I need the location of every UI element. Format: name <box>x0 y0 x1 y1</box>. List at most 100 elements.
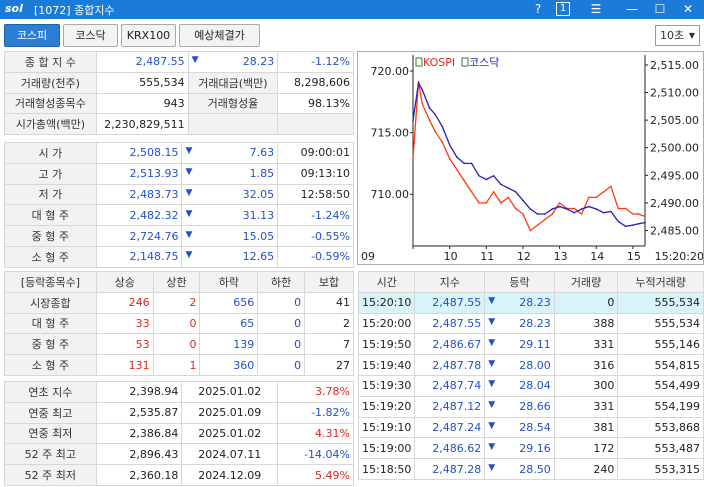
series-point <box>624 225 627 228</box>
series-point <box>478 174 480 177</box>
down-triangle-icon: ▼ <box>488 462 496 473</box>
screen-number-button[interactable]: 1 <box>556 2 570 16</box>
large-cap-pct: -1.24% <box>277 204 354 227</box>
tick-time: 15:19:00 <box>357 437 416 460</box>
tab-expected[interactable]: 예상체결가 <box>179 24 260 47</box>
mid-cap-value: 2,724.76 <box>95 225 183 247</box>
chevron-down-icon: ▼ <box>688 31 695 40</box>
breadth-up: 246 <box>95 291 154 314</box>
down-triangle-icon: ▼ <box>185 187 193 198</box>
down-triangle-icon: ▼ <box>488 379 496 390</box>
right-axis-tick-label: 2,505.00 <box>650 114 699 127</box>
series-point <box>544 218 546 221</box>
breadth-row-label: 소 형 주 <box>4 354 97 376</box>
breadth-downlimit: 0 <box>257 312 306 335</box>
table-row[interactable]: 15:19:20 2,487.12 ▼ 28.66 331 554,199 <box>357 395 704 418</box>
hilo-label: 연중 최고 <box>4 401 97 424</box>
hilo-value: 2,360.18 <box>95 464 183 486</box>
series-point <box>529 229 532 232</box>
table-row[interactable]: 15:19:00 2,486.62 ▼ 29.16 172 553,487 <box>357 437 704 460</box>
x-axis-tick-label: 10 <box>444 250 458 263</box>
menu-icon[interactable]: ☰ <box>586 0 606 19</box>
empty-cell <box>187 113 279 136</box>
series-point <box>470 191 473 193</box>
down-triangle-icon: ▼ <box>488 337 496 348</box>
help-button[interactable]: ? <box>528 0 548 19</box>
tab-kosdaq[interactable]: 코스닥 <box>63 24 118 47</box>
tab-kospi[interactable]: 코스피 <box>4 24 60 47</box>
series-point <box>412 157 414 160</box>
tick-index: 2,487.24 <box>414 416 486 439</box>
series-point <box>441 141 444 144</box>
legend-kosdaq-marker <box>461 57 469 67</box>
low-label: 저 가 <box>4 183 97 206</box>
tick-index: 2,487.78 <box>414 354 486 376</box>
index-change: ▼ 28.23 <box>187 51 279 73</box>
tab-krx100[interactable]: KRX100 <box>121 24 176 47</box>
volume-value: 555,534 <box>95 71 189 94</box>
series-point <box>428 119 431 121</box>
table-row[interactable]: 15:20:10 2,487.55 ▼ 28.23 0 555,534 <box>357 291 704 314</box>
down-triangle-icon: ▼ <box>488 441 496 452</box>
breadth-down: 656 <box>199 291 259 314</box>
amount-value: 8,298,606 <box>277 71 354 94</box>
tick-table: 시간 지수 등락 거래량 누적거래량 15:20:10 2,487.55 ▼ 28.2… <box>357 271 704 480</box>
series-point <box>485 202 488 204</box>
series-point <box>580 208 583 210</box>
index-pct: -1.12% <box>277 51 354 73</box>
open-change: ▼ 7.63 <box>181 142 279 164</box>
down-triangle-icon: ▼ <box>185 229 193 240</box>
tick-cum-volume: 555,534 <box>617 291 704 314</box>
right-axis-tick-label: 2,485.00 <box>650 225 699 238</box>
maximize-button[interactable]: ☐ <box>650 0 670 19</box>
tick-index: 2,486.67 <box>414 333 486 356</box>
tick-volume: 388 <box>553 312 619 335</box>
tick-cum-volume: 555,146 <box>617 333 704 356</box>
hilo-date: 2024.12.09 <box>181 464 279 486</box>
close-button[interactable]: ✕ <box>678 0 698 19</box>
breadth-row-label: 대 형 주 <box>4 312 97 335</box>
breadth-uplimit: 1 <box>152 354 201 376</box>
low-time: 12:58:50 <box>277 183 354 206</box>
minimize-button[interactable]: — <box>622 0 642 19</box>
breadth-up: 131 <box>95 354 154 376</box>
breadth-flat: 2 <box>304 312 354 335</box>
small-cap-change: ▼ 12.65 <box>181 245 279 268</box>
breadth-up: 53 <box>95 333 154 356</box>
table-row[interactable]: 15:19:40 2,487.78 ▼ 28.00 316 554,815 <box>357 354 704 376</box>
series-point <box>602 191 605 193</box>
breadth-up: 33 <box>95 312 154 335</box>
series-point <box>551 213 554 215</box>
table-row[interactable]: 15:20:00 2,487.55 ▼ 28.23 388 555,534 <box>357 312 704 335</box>
x-axis-tick-label: 09 <box>361 250 375 263</box>
series-point <box>500 202 502 204</box>
high-label: 고 가 <box>4 162 97 185</box>
index-value: 2,487.55 <box>95 51 189 73</box>
hilo-date: 2025.01.09 <box>181 401 279 424</box>
app-logo: sol <box>5 2 23 15</box>
table-row[interactable]: 15:18:50 2,487.28 ▼ 28.50 240 553,315 <box>357 458 704 480</box>
table-row[interactable]: 15:19:50 2,486.67 ▼ 29.11 331 555,146 <box>357 333 704 356</box>
series-point <box>421 102 423 105</box>
tick-time: 15:19:50 <box>357 333 416 356</box>
tick-header: 지수 <box>414 271 486 293</box>
tick-change: ▼ 28.50 <box>484 458 555 480</box>
tick-header: 시간 <box>357 271 416 293</box>
tick-cum-volume: 554,499 <box>617 374 704 397</box>
hilo-value: 2,398.94 <box>95 381 183 403</box>
x-axis-tick-label: 11 <box>480 250 494 263</box>
breadth-header: 상한 <box>152 271 201 293</box>
series-point <box>551 208 554 210</box>
hilo-date: 2024.07.11 <box>181 443 279 466</box>
series-point <box>434 130 436 132</box>
series-point <box>514 190 517 193</box>
interval-select[interactable]: 10초 ▼ <box>655 25 700 46</box>
tick-time: 15:19:30 <box>357 374 416 397</box>
table-row[interactable]: 15:19:30 2,487.74 ▼ 28.04 300 554,499 <box>357 374 704 397</box>
series-point <box>602 211 605 214</box>
breadth-down: 139 <box>199 333 259 356</box>
breadth-header: 상승 <box>95 271 154 293</box>
series-point <box>624 207 627 210</box>
table-row[interactable]: 15:19:10 2,487.24 ▼ 28.54 381 553,868 <box>357 416 704 439</box>
tick-index: 2,487.12 <box>414 395 486 418</box>
